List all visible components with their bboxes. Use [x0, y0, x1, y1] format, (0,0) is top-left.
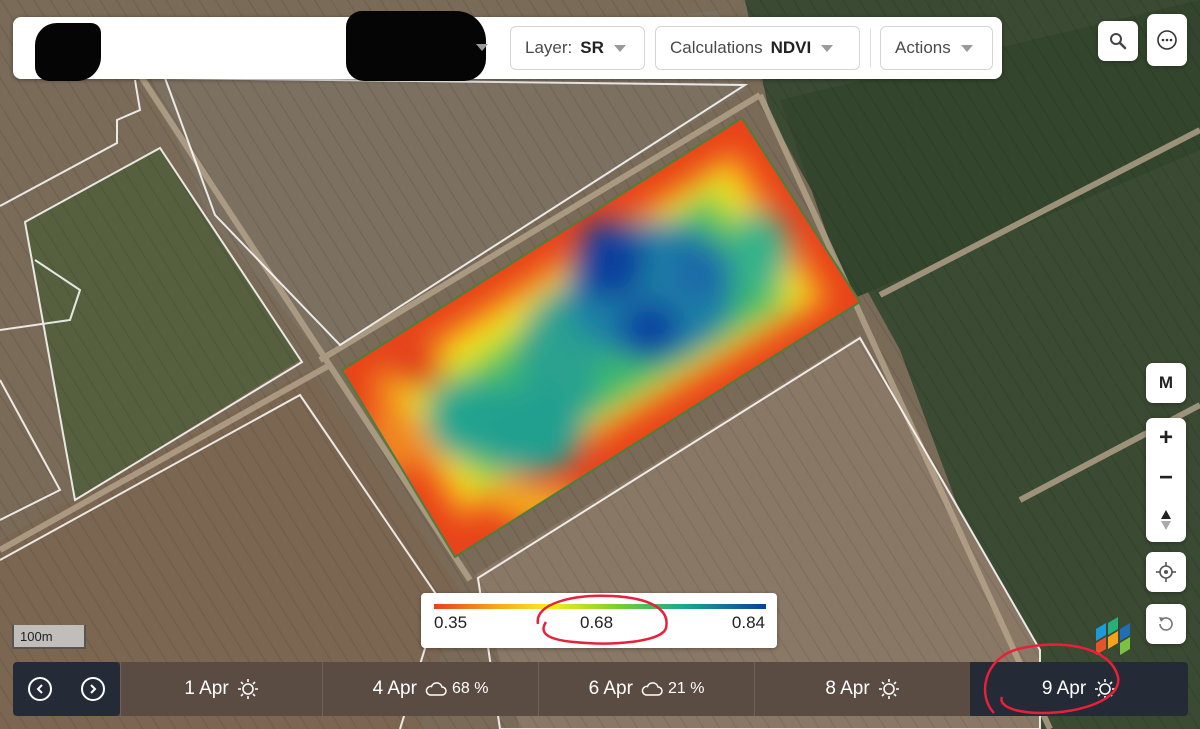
more-options-button[interactable] — [1147, 14, 1187, 66]
chevron-down-icon — [613, 44, 626, 52]
chevron-left-icon — [36, 684, 43, 694]
layer-dropdown-label: Layer: — [525, 38, 573, 57]
sun-icon — [878, 679, 899, 699]
timeline-day[interactable]: 1 Apr — [120, 662, 322, 716]
crosshair-icon — [1156, 562, 1176, 582]
toolbar-divider — [870, 29, 871, 67]
chevron-down-icon — [960, 44, 973, 52]
layer-dropdown-value: SR — [580, 38, 604, 57]
legend-color-ramp — [434, 604, 766, 609]
calculations-dropdown[interactable]: Calculations NDVI — [655, 26, 860, 70]
legend-mid-value: 0.68 — [580, 613, 614, 632]
calculations-dropdown-value: NDVI — [770, 38, 812, 57]
zoom-out-label: − — [1158, 464, 1173, 491]
timeline-day-label: 1 Apr — [184, 678, 229, 699]
actions-dropdown[interactable]: Actions — [880, 26, 993, 70]
timeline-day[interactable]: 4 Apr 68 % — [322, 662, 538, 716]
zoom-controls: + − — [1146, 418, 1186, 542]
scale-bar: 100m — [12, 625, 86, 649]
legend-min-value: 0.35 — [434, 613, 468, 632]
map-mode-button[interactable]: M — [1146, 363, 1186, 403]
sun-icon — [237, 679, 258, 699]
timeline-day-label: 4 Apr — [372, 678, 417, 699]
sun-icon — [1095, 679, 1116, 699]
cloud-cover-value: 68 % — [451, 680, 489, 697]
calculations-dropdown-label: Calculations — [670, 38, 763, 57]
ndvi-legend: 0.35 0.68 0.84 — [421, 593, 777, 648]
chevron-down-icon — [821, 44, 834, 52]
timeline-day-label: 8 Apr — [825, 678, 870, 699]
redaction-mark — [35, 23, 101, 81]
zoom-out-button[interactable]: − — [1146, 458, 1186, 498]
top-toolbar: Layer: SR Calculations NDVI Actions — [13, 11, 1002, 81]
timeline-day-label: 9 Apr — [1041, 678, 1087, 699]
timeline-day[interactable]: 6 Apr 21 % — [538, 662, 754, 716]
previous-date-button[interactable] — [28, 677, 52, 701]
cloud-cover-value: 21 % — [667, 680, 705, 697]
timeline-day-label: 6 Apr — [588, 678, 633, 699]
brand-logo-icon — [1096, 617, 1130, 655]
scale-label: 100m — [20, 629, 53, 644]
rotate-icon — [1159, 617, 1173, 631]
compass-button[interactable] — [1146, 500, 1186, 540]
layer-dropdown[interactable]: Layer: SR — [510, 26, 645, 70]
timeline-day[interactable]: 8 Apr — [754, 662, 970, 716]
next-date-button[interactable] — [81, 677, 105, 701]
timeline-nav — [13, 662, 120, 716]
search-button[interactable] — [1098, 21, 1138, 61]
legend-max-value: 0.84 — [731, 613, 765, 632]
date-timeline: 1 Apr 4 Apr 68 % 6 Apr 21 % 8 Apr 9 Apr — [13, 662, 1188, 716]
reset-rotation-button[interactable] — [1146, 604, 1186, 644]
actions-dropdown-label: Actions — [895, 38, 951, 57]
zoom-in-label: + — [1158, 424, 1173, 451]
zoom-in-button[interactable]: + — [1146, 418, 1186, 458]
timeline-day-selected[interactable]: 9 Apr — [970, 662, 1188, 716]
cloud-icon — [425, 682, 447, 696]
cloud-icon — [641, 682, 663, 696]
map-mode-label: M — [1158, 373, 1174, 392]
compass-icon — [1161, 510, 1171, 530]
search-icon — [1110, 33, 1127, 50]
redaction-mark — [346, 11, 486, 81]
locate-button[interactable] — [1146, 552, 1186, 592]
chevron-down-icon[interactable] — [476, 44, 488, 51]
chevron-right-icon — [90, 684, 97, 694]
more-options-icon — [1157, 30, 1177, 50]
